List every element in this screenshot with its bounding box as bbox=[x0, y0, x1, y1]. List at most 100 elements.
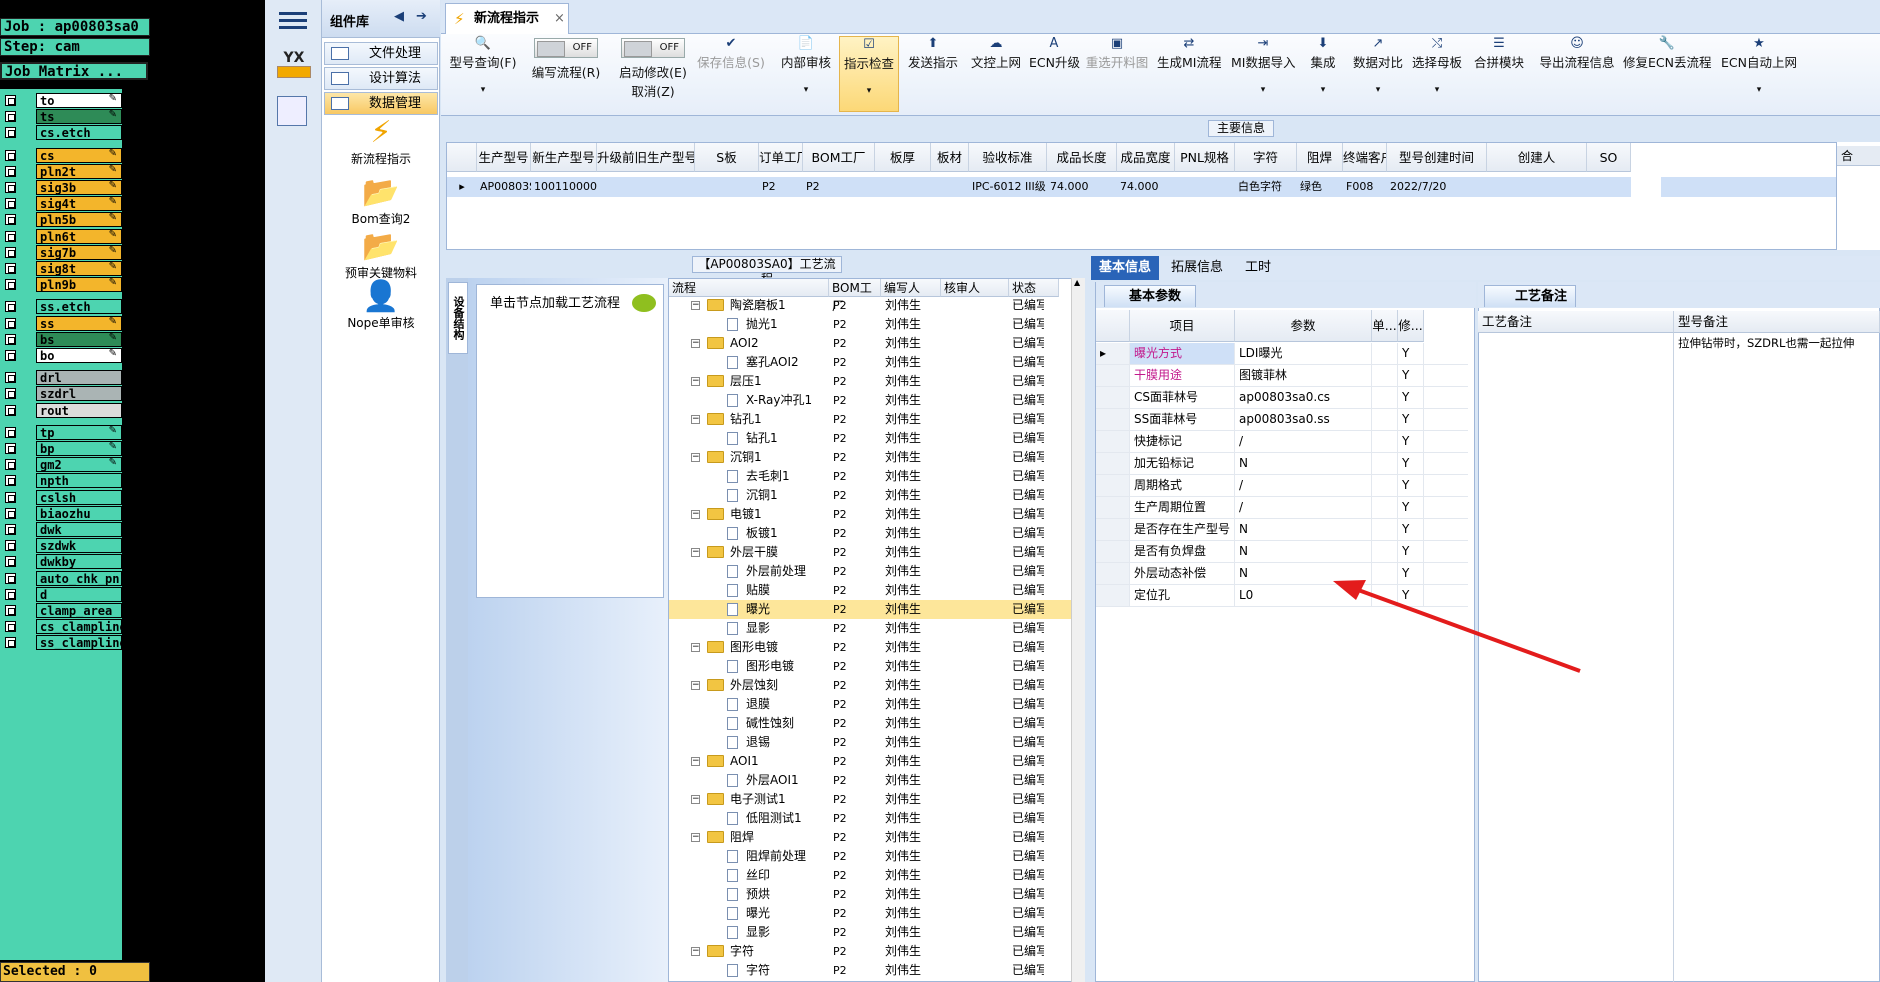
collapse-icon[interactable]: − bbox=[691, 301, 700, 310]
layer-checkbox[interactable] bbox=[5, 198, 16, 210]
grid-cell[interactable]: 74.000 bbox=[1047, 177, 1117, 197]
layer-row[interactable]: ss_clampline bbox=[3, 635, 122, 651]
tree-column-header[interactable]: BOM工厂 bbox=[829, 279, 881, 313]
layer-checkbox[interactable] bbox=[5, 426, 16, 438]
layer-checkbox[interactable] bbox=[5, 182, 16, 193]
param-row[interactable]: 干膜用途 图镀菲林 Y bbox=[1096, 365, 1468, 387]
tree-row[interactable]: − AOI1 P2 刘伟生 已编写 bbox=[669, 752, 1072, 771]
grid-cell[interactable] bbox=[931, 177, 969, 197]
layer-checkbox[interactable] bbox=[5, 443, 16, 454]
column-header[interactable]: 生产型号 bbox=[477, 143, 531, 172]
column-header[interactable]: 新生产型号 bbox=[531, 143, 597, 172]
dropdown-arrow-icon[interactable]: ▾ bbox=[1231, 85, 1295, 95]
param-value[interactable]: N bbox=[1235, 519, 1372, 540]
tree-row[interactable]: 去毛刺1 P2 刘伟生 已编写 bbox=[669, 467, 1072, 486]
layer-row[interactable]: cs_clampline bbox=[3, 619, 122, 635]
tree-column-header[interactable]: 编写人 bbox=[881, 279, 941, 297]
toggle-switch[interactable]: OFF bbox=[534, 38, 598, 58]
grid-cell[interactable] bbox=[875, 177, 931, 197]
detail-tab[interactable]: 工时 bbox=[1237, 256, 1279, 280]
grid-cell[interactable]: AP00803SA0 bbox=[477, 177, 531, 197]
nav-item[interactable]: 文件处理 bbox=[324, 42, 438, 65]
tree-row[interactable]: X-Ray冲孔1 P2 刘伟生 已编写 bbox=[669, 391, 1072, 410]
layer-checkbox[interactable] bbox=[5, 246, 16, 258]
process-note-cell[interactable] bbox=[1478, 333, 1674, 982]
collapse-icon[interactable]: − bbox=[691, 510, 700, 519]
grid-cell[interactable]: P2 bbox=[759, 177, 803, 197]
tree-row[interactable]: − 图形电镀 P2 刘伟生 已编写 bbox=[669, 638, 1072, 657]
param-row[interactable]: 快捷标记 / Y bbox=[1096, 431, 1468, 453]
dropdown-arrow-icon[interactable]: ▾ bbox=[779, 85, 833, 95]
tree-row[interactable]: − AOI2 P2 刘伟生 已编写 bbox=[669, 334, 1072, 353]
grid-cell[interactable]: 白色字符 bbox=[1235, 177, 1297, 197]
calculator-icon[interactable] bbox=[277, 96, 307, 126]
column-header[interactable]: 升级前旧生产型号 bbox=[597, 143, 695, 172]
tab-basic-params[interactable]: 基本参数 bbox=[1104, 285, 1196, 307]
tree-row[interactable]: − 电镀1 P2 刘伟生 已编写 bbox=[669, 505, 1072, 524]
grid-cell[interactable]: 绿色 bbox=[1297, 177, 1343, 197]
tree-column-header[interactable]: 流程 bbox=[669, 279, 829, 297]
column-header[interactable]: 创建人 bbox=[1487, 143, 1587, 172]
tree-row[interactable]: 图形电镀 P2 刘伟生 已编写 bbox=[669, 657, 1072, 676]
tree-column-header[interactable]: 核审人 bbox=[941, 279, 1009, 297]
dropdown-arrow-icon[interactable]: ▾ bbox=[1409, 85, 1465, 95]
tree-row[interactable]: 丝印 P2 刘伟生 已编写 bbox=[669, 866, 1072, 885]
tree-row[interactable]: 贴膜 P2 刘伟生 已编写 bbox=[669, 581, 1072, 600]
layer-row[interactable]: pln9b ✎ bbox=[3, 277, 122, 293]
toolbar-button[interactable]: OFF 编写流程(R) bbox=[527, 36, 605, 112]
grid-cell[interactable] bbox=[695, 177, 759, 197]
collapse-icon[interactable]: − bbox=[691, 339, 700, 348]
param-row[interactable]: ▸ 曝光方式 LDI曝光 Y bbox=[1096, 343, 1468, 365]
tree-row[interactable]: 碱性蚀刻 P2 刘伟生 已编写 bbox=[669, 714, 1072, 733]
layer-checkbox[interactable] bbox=[5, 540, 16, 552]
layer-checkbox[interactable] bbox=[5, 214, 16, 226]
column-header[interactable]: 板材 bbox=[931, 143, 969, 172]
model-note-text[interactable]: 拉伸钻带时，SZDRL也需一起拉伸 bbox=[1678, 335, 1854, 351]
layer-row[interactable]: sig3b ✎ bbox=[3, 180, 122, 195]
column-header[interactable]: 订单工厂 bbox=[759, 143, 803, 172]
nav-tool[interactable]: 📂 预审关键物料 bbox=[322, 230, 440, 281]
toolbar-button[interactable]: ★ ECN自动上网 ▾ bbox=[1719, 36, 1799, 112]
column-header[interactable]: 成品长度 bbox=[1047, 143, 1117, 172]
tree-row[interactable]: 曝光 P2 刘伟生 已编写 bbox=[669, 600, 1072, 619]
tree-row[interactable]: − 外层蚀刻 P2 刘伟生 已编写 bbox=[669, 676, 1072, 695]
tab-new-flow-instruction[interactable]: ⚡ 新流程指示 × bbox=[445, 3, 569, 34]
collapse-icon[interactable]: − bbox=[691, 643, 700, 652]
grid-cell[interactable] bbox=[1587, 177, 1631, 197]
detail-tab[interactable]: 基本信息 bbox=[1091, 256, 1160, 280]
collapse-icon[interactable]: − bbox=[691, 795, 700, 804]
param-value[interactable]: ap00803sa0.ss bbox=[1235, 409, 1372, 430]
nav-tool[interactable]: 📂 Bom查询2 bbox=[322, 176, 440, 227]
layer-row[interactable]: d bbox=[3, 586, 122, 602]
layer-checkbox[interactable] bbox=[5, 263, 16, 274]
collapse-icon[interactable]: − bbox=[691, 415, 700, 424]
layer-row[interactable]: cs.etch bbox=[3, 125, 122, 141]
layer-row[interactable]: drl bbox=[3, 370, 122, 386]
toolbar-button[interactable]: 🔧 修复ECN丢流程 bbox=[1623, 36, 1711, 112]
tab-process-notes[interactable]: 工艺备注 bbox=[1484, 285, 1576, 307]
toolbar-button[interactable]: ✔ 保存信息(S) bbox=[695, 36, 767, 112]
toolbar-button[interactable]: ☺ 导出流程信息 bbox=[1537, 36, 1617, 112]
layer-checkbox[interactable] bbox=[5, 459, 16, 471]
toggle-switch[interactable]: OFF bbox=[621, 38, 685, 58]
dropdown-arrow-icon[interactable]: ▾ bbox=[449, 85, 517, 95]
tree-row[interactable]: − 陶瓷磨板1 P2 刘伟生 已编写 bbox=[669, 296, 1072, 315]
dropdown-arrow-icon[interactable]: ▾ bbox=[1301, 85, 1345, 95]
dropdown-arrow-icon[interactable]: ▾ bbox=[840, 86, 898, 96]
toolbar-button[interactable]: ▣ 重选开料图 bbox=[1085, 36, 1149, 112]
toolbar-button[interactable]: ☁ 文控上网 bbox=[968, 36, 1024, 112]
column-header[interactable]: S板 bbox=[695, 143, 759, 172]
tree-row[interactable]: 钻孔1 P2 刘伟生 已编写 bbox=[669, 429, 1072, 448]
param-row[interactable]: CS面菲林号 ap00803sa0.cs Y bbox=[1096, 387, 1468, 409]
param-value[interactable]: N bbox=[1235, 541, 1372, 562]
toolbar-button[interactable]: ☑ 指示检查 ▾ bbox=[839, 36, 899, 112]
collapse-left-icon[interactable]: ◀ bbox=[394, 9, 404, 24]
toolbar-button[interactable]: OFF 启动修改(E) 取消(Z) bbox=[613, 36, 693, 112]
param-row[interactable]: 是否有负焊盘 N Y bbox=[1096, 541, 1468, 563]
layer-checkbox[interactable] bbox=[5, 572, 16, 584]
column-header[interactable]: 终端客户代码 bbox=[1343, 143, 1387, 172]
layer-checkbox[interactable] bbox=[5, 605, 16, 616]
layer-row[interactable]: ss.etch bbox=[3, 299, 122, 315]
layer-row[interactable]: sig8t ✎ bbox=[3, 261, 122, 276]
layer-checkbox[interactable] bbox=[5, 301, 16, 313]
